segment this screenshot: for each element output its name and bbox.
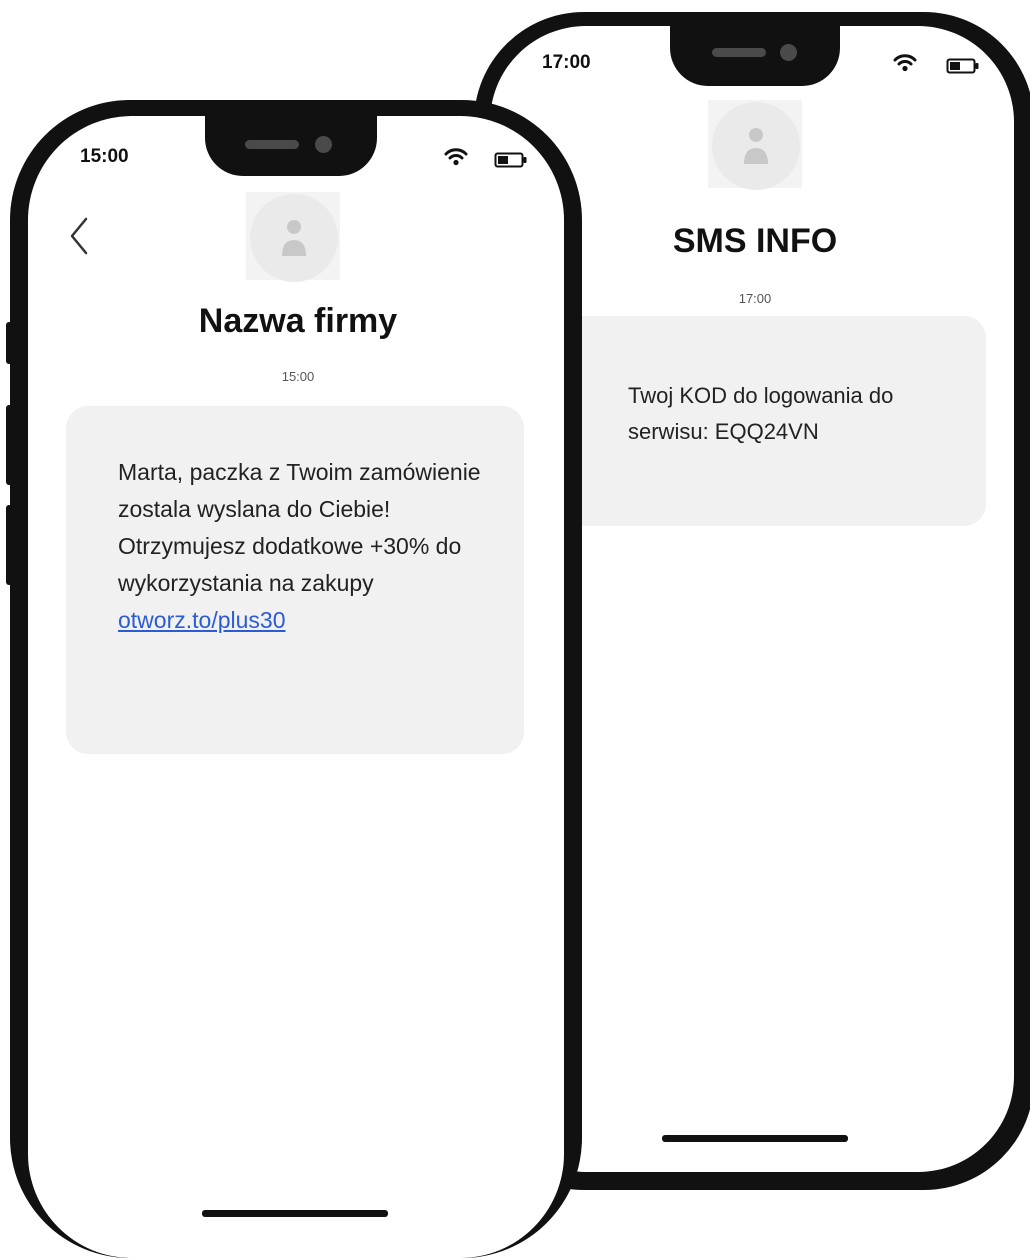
chevron-left-icon[interactable]	[68, 216, 90, 256]
message-bubble[interactable]: Twoj KOD do logowania do serwisu: EQQ24V…	[548, 316, 986, 526]
message-text: Marta, paczka z Twoim zamówienie zostala…	[118, 454, 484, 639]
contact-avatar	[250, 194, 338, 282]
mute-button	[6, 505, 14, 585]
wifi-icon	[444, 148, 468, 166]
wifi-icon	[893, 54, 917, 72]
message-timestamp: 17:00	[738, 291, 772, 306]
battery-icon	[946, 58, 980, 74]
person-icon	[743, 126, 769, 166]
battery-icon	[494, 152, 528, 168]
message-body: Marta, paczka z Twoim zamówienie zostala…	[118, 459, 481, 596]
contact-avatar	[712, 102, 800, 190]
speaker	[712, 48, 766, 57]
contact-name: SMS INFO	[672, 222, 838, 260]
message-timestamp: 15:00	[281, 369, 315, 384]
message-text: Twoj KOD do logowania do serwisu: EQQ24V…	[628, 383, 894, 444]
camera	[780, 44, 797, 61]
contact-name: Nazwa firmy	[198, 302, 398, 340]
volume-down-button	[6, 405, 14, 485]
notch	[205, 112, 377, 176]
home-indicator[interactable]	[662, 1135, 848, 1142]
status-time: 17:00	[542, 52, 591, 73]
message-bubble[interactable]: Marta, paczka z Twoim zamówienie zostala…	[66, 406, 524, 754]
home-indicator[interactable]	[202, 1210, 388, 1217]
camera	[315, 136, 332, 153]
promo-link[interactable]: otworz.to/plus30	[118, 607, 285, 633]
front-phone: 15:00 Nazwa firmy 15:00 Marta, paczka z …	[6, 100, 582, 1258]
front-phone-screen: 15:00 Nazwa firmy 15:00 Marta, paczka z …	[28, 116, 564, 1258]
person-icon	[281, 218, 307, 258]
status-time: 15:00	[80, 146, 129, 167]
notch	[670, 22, 840, 86]
volume-up-button	[6, 322, 14, 364]
speaker	[245, 140, 299, 149]
